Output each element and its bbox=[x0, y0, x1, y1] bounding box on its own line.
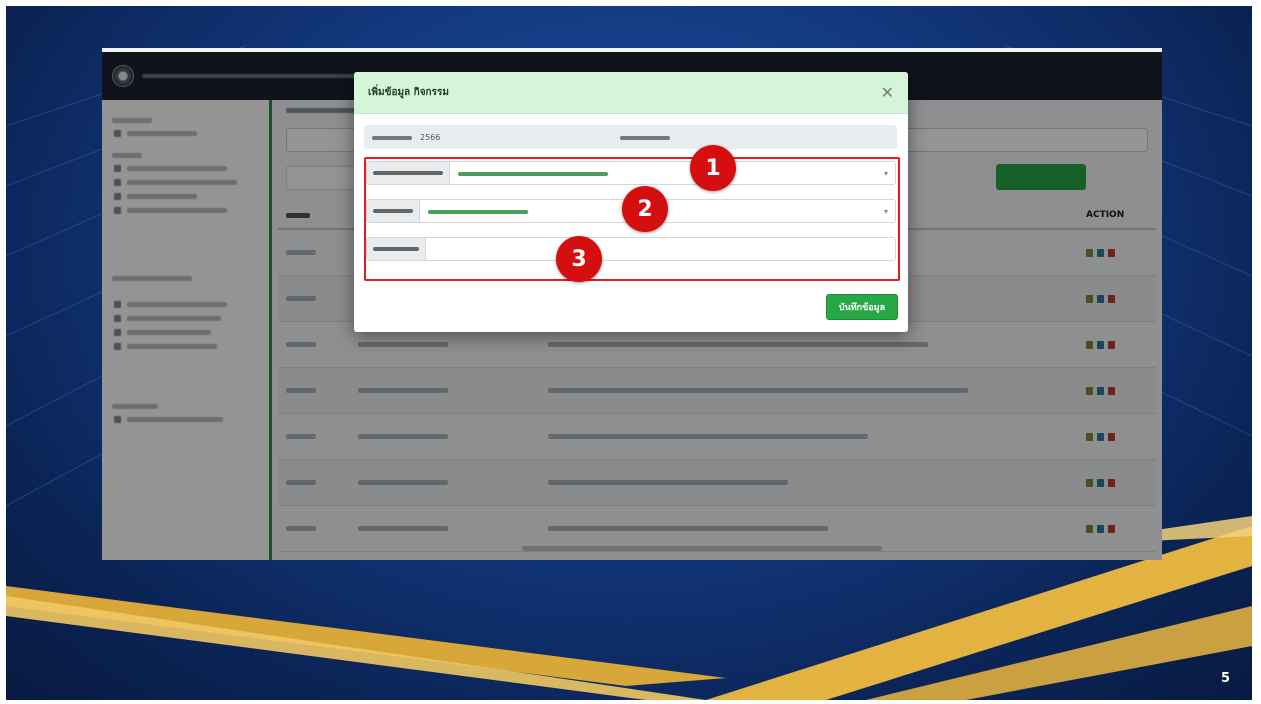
modal-title: เพิ่มข้อมูล กิจกรรม bbox=[368, 87, 449, 98]
annotation-step-3: 3 bbox=[556, 236, 602, 282]
modal-header: เพิ่มข้อมูล กิจกรรม ✕ bbox=[354, 72, 908, 114]
close-icon[interactable]: ✕ bbox=[881, 84, 894, 101]
year-value: 2566 bbox=[420, 132, 441, 142]
year-label bbox=[364, 133, 420, 142]
year-row: 2566 bbox=[364, 125, 897, 149]
annotation-step-1: 1 bbox=[690, 145, 736, 191]
semester-label bbox=[620, 133, 671, 142]
annotation-step-2: 2 bbox=[622, 186, 668, 232]
slide-number: 5 bbox=[1220, 671, 1230, 686]
save-button[interactable]: บันทึกข้อมูล bbox=[826, 294, 898, 320]
